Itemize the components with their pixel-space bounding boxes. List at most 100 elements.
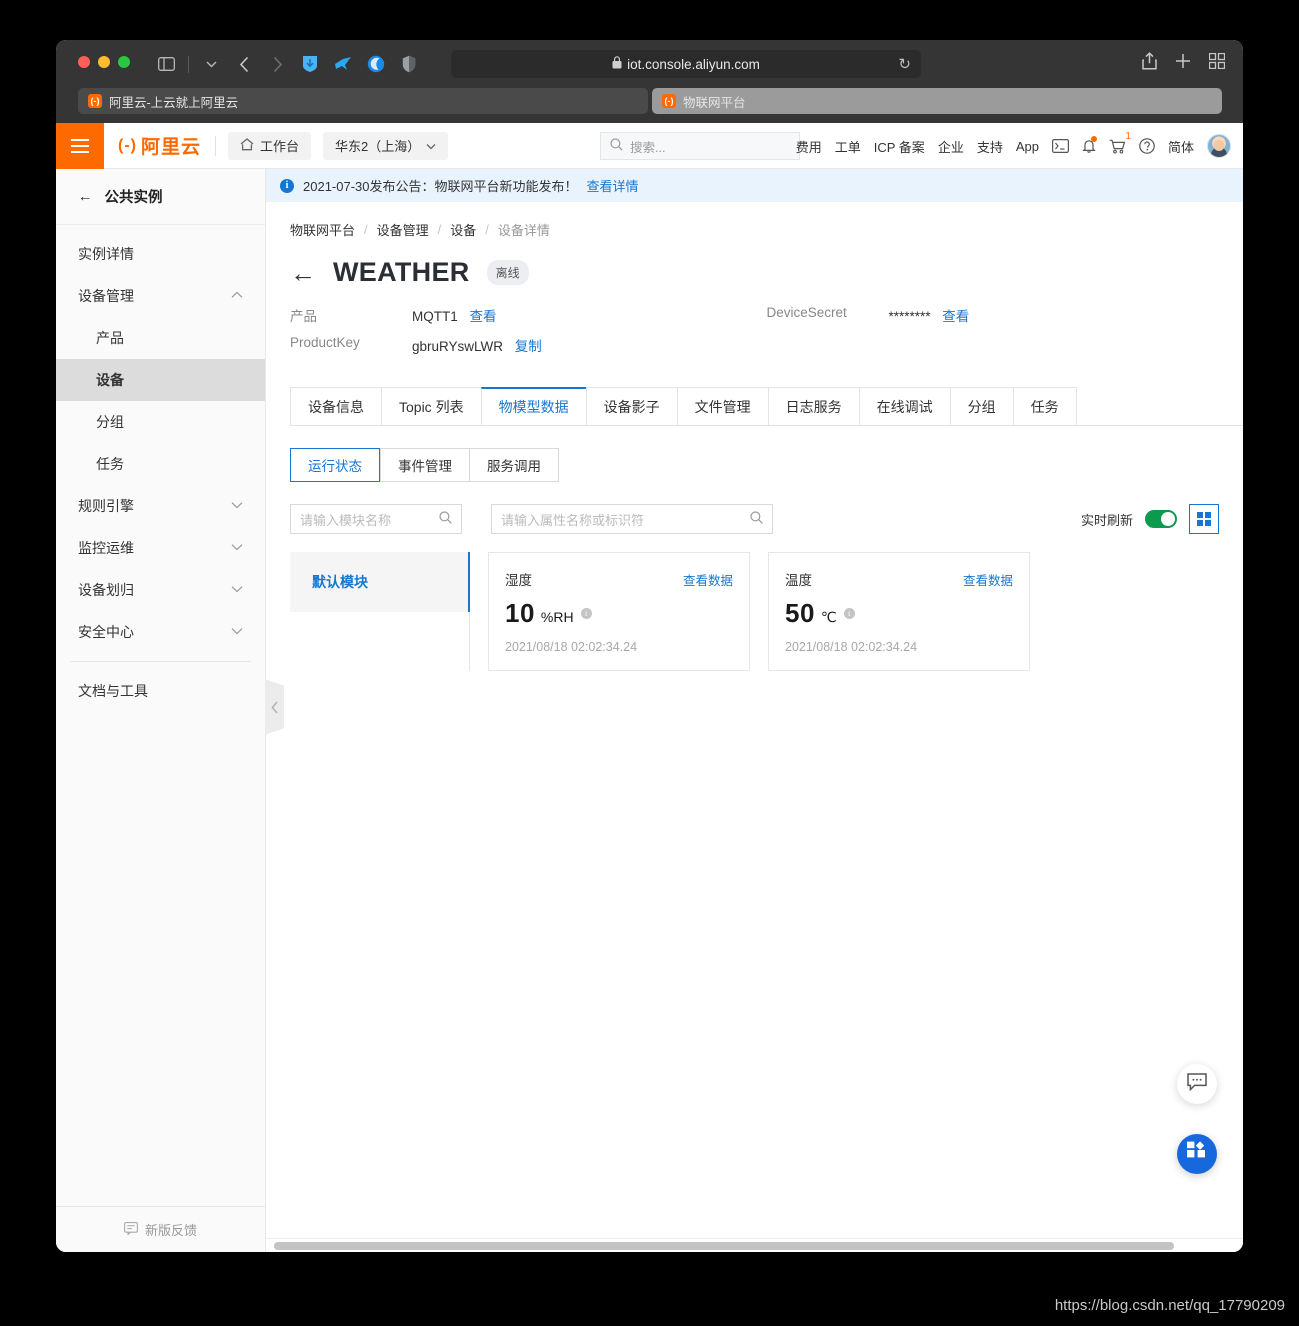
moon-extension-icon[interactable] bbox=[361, 50, 391, 78]
sub-tabs: 运行状态 事件管理 服务调用 bbox=[290, 448, 1243, 482]
avatar[interactable] bbox=[1207, 134, 1231, 158]
shield-extension-icon[interactable] bbox=[394, 50, 424, 78]
minimize-window-button[interactable] bbox=[98, 56, 110, 68]
sidebar-item-label: 任务 bbox=[96, 454, 124, 474]
share-icon[interactable] bbox=[1142, 52, 1157, 75]
chat-fab-button[interactable] bbox=[1177, 1064, 1217, 1104]
property-value: 50 bbox=[785, 598, 815, 629]
info-icon: i bbox=[280, 179, 294, 193]
nav-enterprise[interactable]: 企业 bbox=[938, 137, 964, 156]
bird-extension-icon[interactable] bbox=[328, 50, 358, 78]
productkey-copy-link[interactable]: 复制 bbox=[515, 339, 542, 354]
property-search-input[interactable]: 请输入属性名称或标识符 bbox=[491, 504, 773, 534]
nav-app[interactable]: App bbox=[1016, 139, 1039, 154]
grid-view-button[interactable] bbox=[1189, 504, 1219, 534]
new-tab-icon[interactable] bbox=[1175, 53, 1191, 74]
downloads-extension-icon[interactable] bbox=[295, 50, 325, 78]
sidebar-item-device-management[interactable]: 设备管理 bbox=[56, 275, 265, 317]
help-icon[interactable] bbox=[1139, 138, 1155, 154]
chevron-down-icon bbox=[231, 627, 243, 638]
language-switch[interactable]: 简体 bbox=[1168, 137, 1194, 156]
nav-fee[interactable]: 费用 bbox=[796, 137, 822, 156]
sidebar-collapse-handle[interactable] bbox=[265, 679, 284, 735]
maximize-window-button[interactable] bbox=[118, 56, 130, 68]
sidebar-item-instance-detail[interactable]: 实例详情 bbox=[56, 233, 265, 275]
property-name: 湿度 bbox=[505, 569, 532, 589]
tab-device-info[interactable]: 设备信息 bbox=[290, 387, 381, 425]
main-content: i 2021-07-30发布公告：物联网平台新功能发布！ 查看详情 物联网平台 … bbox=[266, 169, 1243, 1252]
nav-icp[interactable]: ICP 备案 bbox=[874, 137, 925, 156]
tab-file-management[interactable]: 文件管理 bbox=[677, 387, 768, 425]
app-body: ← 公共实例 实例详情 设备管理 产品 设备 bbox=[56, 169, 1243, 1252]
sidebar-item-rule-engine[interactable]: 规则引擎 bbox=[56, 485, 265, 527]
sidebar-item-tasks[interactable]: 任务 bbox=[56, 443, 265, 485]
tab-groups[interactable]: 分组 bbox=[950, 387, 1013, 425]
close-window-button[interactable] bbox=[78, 56, 90, 68]
subtab-event-management[interactable]: 事件管理 bbox=[380, 448, 469, 482]
view-data-link[interactable]: 查看数据 bbox=[683, 570, 733, 589]
apps-fab-button[interactable] bbox=[1177, 1134, 1217, 1174]
region-selector[interactable]: 华东2（上海） bbox=[323, 132, 448, 160]
devicesecret-masked: ******** bbox=[889, 309, 931, 324]
scrollbar-thumb[interactable] bbox=[274, 1242, 1174, 1250]
tab-thing-model-data[interactable]: 物模型数据 bbox=[481, 387, 586, 425]
subtab-running-status[interactable]: 运行状态 bbox=[290, 448, 380, 482]
global-search-input[interactable]: 搜索... bbox=[600, 132, 800, 160]
announcement-link[interactable]: 查看详情 bbox=[587, 176, 639, 195]
info-icon[interactable]: i bbox=[844, 608, 855, 619]
sidebar-item-products[interactable]: 产品 bbox=[56, 317, 265, 359]
tab-tasks[interactable]: 任务 bbox=[1013, 387, 1077, 425]
nav-support[interactable]: 支持 bbox=[977, 137, 1003, 156]
back-icon[interactable] bbox=[229, 50, 259, 78]
sidebar-item-device-assignment[interactable]: 设备划归 bbox=[56, 569, 265, 611]
view-data-link[interactable]: 查看数据 bbox=[963, 570, 1013, 589]
tab-topic-list[interactable]: Topic 列表 bbox=[381, 387, 481, 425]
aliyun-logo[interactable]: (-) 阿里云 bbox=[104, 132, 215, 159]
sidebar-item-devices[interactable]: 设备 bbox=[56, 359, 265, 401]
realtime-refresh-toggle[interactable] bbox=[1145, 510, 1177, 528]
forward-icon[interactable] bbox=[262, 50, 292, 78]
sidebar-item-docs-tools[interactable]: 文档与工具 bbox=[56, 670, 265, 712]
sidebar-item-label: 文档与工具 bbox=[78, 681, 148, 701]
info-icon[interactable]: i bbox=[581, 608, 592, 619]
address-bar[interactable]: iot.console.aliyun.com ↻ bbox=[451, 50, 921, 78]
page-back-icon[interactable]: ← bbox=[290, 260, 316, 286]
tab-device-shadow[interactable]: 设备影子 bbox=[586, 387, 677, 425]
breadcrumb-item-device-management[interactable]: 设备管理 bbox=[377, 220, 429, 239]
devicesecret-value: ******** 查看 bbox=[889, 305, 970, 325]
nav-ticket[interactable]: 工单 bbox=[835, 137, 861, 156]
notification-bell-icon[interactable] bbox=[1082, 138, 1096, 154]
sidebar-item-monitoring[interactable]: 监控运维 bbox=[56, 527, 265, 569]
browser-tab[interactable]: (-) 阿里云-上云就上阿里云 bbox=[78, 88, 648, 114]
menu-button[interactable] bbox=[56, 123, 104, 169]
sidebar-toggle-icon[interactable] bbox=[151, 50, 181, 78]
product-view-link[interactable]: 查看 bbox=[470, 309, 497, 324]
lock-icon bbox=[612, 56, 622, 72]
breadcrumb-item-devices[interactable]: 设备 bbox=[450, 220, 476, 239]
module-search-input[interactable]: 请输入模块名称 bbox=[290, 504, 462, 534]
tab-online-debug[interactable]: 在线调试 bbox=[859, 387, 950, 425]
devicesecret-view-link[interactable]: 查看 bbox=[942, 309, 969, 324]
chevron-down-icon[interactable] bbox=[196, 50, 226, 78]
module-item-default[interactable]: 默认模块 bbox=[290, 552, 470, 612]
window-controls[interactable] bbox=[78, 56, 130, 68]
sidebar-back-button[interactable]: ← 公共实例 bbox=[56, 169, 265, 225]
sidebar-item-groups[interactable]: 分组 bbox=[56, 401, 265, 443]
device-meta-left: 产品 MQTT1 查看 ProductKey gbruRYswLWR 复制 bbox=[290, 305, 767, 365]
subtab-service-invocation[interactable]: 服务调用 bbox=[469, 448, 559, 482]
breadcrumb-item-iot[interactable]: 物联网平台 bbox=[290, 220, 355, 239]
tab-log-service[interactable]: 日志服务 bbox=[768, 387, 859, 425]
sidebar-item-security-center[interactable]: 安全中心 bbox=[56, 611, 265, 653]
terminal-icon[interactable] bbox=[1052, 139, 1069, 153]
page-header: ← WEATHER 离线 bbox=[266, 239, 1243, 288]
browser-tab[interactable]: (-) 物联网平台 bbox=[652, 88, 1222, 114]
tab-overview-icon[interactable] bbox=[1209, 53, 1225, 74]
meta-row-devicesecret: DeviceSecret ******** 查看 bbox=[767, 305, 1244, 325]
reload-icon[interactable]: ↻ bbox=[898, 55, 911, 73]
workbench-button[interactable]: 工作台 bbox=[228, 132, 311, 160]
property-value-row: 10 %RH i bbox=[505, 598, 733, 629]
feedback-button[interactable]: 新版反馈 bbox=[56, 1206, 265, 1252]
global-search-placeholder: 搜索... bbox=[630, 137, 665, 156]
cart-icon[interactable]: 1 bbox=[1109, 139, 1126, 154]
horizontal-scrollbar[interactable] bbox=[266, 1238, 1243, 1252]
